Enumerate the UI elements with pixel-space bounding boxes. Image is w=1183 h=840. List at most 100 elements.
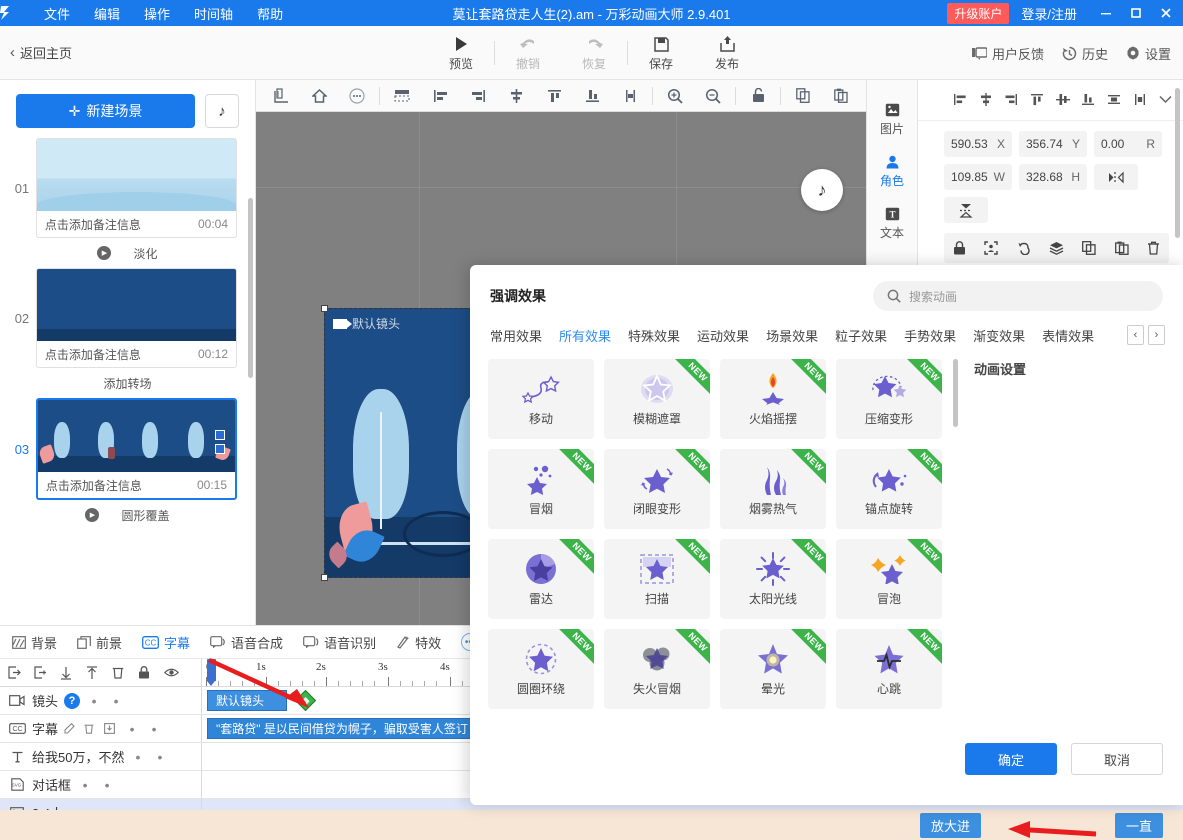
track-header-text[interactable]: 给我50万，不然你就 • • (0, 743, 202, 770)
effect-card-bubble[interactable]: NEW 冒泡 (836, 539, 942, 619)
align-right-icon[interactable] (459, 81, 497, 111)
effect-card-heat-smoke[interactable]: NEW 烟雾热气 (720, 449, 826, 529)
selection-handle[interactable] (321, 305, 328, 312)
effect-card-radar[interactable]: NEW 雷达 (488, 539, 594, 619)
save-button[interactable]: 保存 (628, 26, 694, 80)
tab-foreground[interactable]: 前景 (77, 633, 122, 652)
effect-card-fire-smoke[interactable]: NEW 失火冒烟 (604, 629, 710, 709)
copy-icon[interactable] (784, 81, 822, 111)
fit-icon[interactable] (984, 241, 999, 255)
effect-card-blur-mask[interactable]: NEW 模糊遮罩 (604, 359, 710, 439)
track-dot-2[interactable]: • (146, 721, 162, 737)
home-icon[interactable] (300, 81, 338, 111)
canvas-music-button[interactable]: ♪ (801, 169, 843, 211)
align-bottom-icon[interactable] (573, 81, 611, 111)
chevron-down-icon[interactable] (1153, 88, 1177, 110)
tabs-prev-button[interactable]: ‹ (1127, 325, 1144, 345)
width-field[interactable]: 109.85 W (944, 164, 1012, 190)
effect-card-smoke[interactable]: NEW 冒烟 (488, 449, 594, 529)
track-dot-2[interactable]: • (108, 693, 124, 709)
track-dot-1[interactable]: • (124, 721, 140, 737)
copy-icon[interactable] (1082, 241, 1096, 255)
scene-card-selected[interactable]: 点击添加备注信息 00:15 (35, 398, 237, 500)
tab-motion-effects[interactable]: 运动效果 (697, 326, 749, 345)
position-x-field[interactable]: 590.53 X (944, 131, 1012, 157)
scene-note[interactable]: 点击添加备注信息 (45, 346, 141, 363)
zoom-in-icon[interactable] (656, 81, 694, 111)
tab-particle-effects[interactable]: 粒子效果 (835, 326, 887, 345)
align-top-icon[interactable] (1025, 88, 1049, 110)
menu-item-operation[interactable]: 操作 (132, 1, 182, 26)
distribute-v-icon[interactable] (1102, 88, 1126, 110)
track-dot-2[interactable]: • (152, 749, 168, 765)
effect-card-glow[interactable]: NEW 晕光 (720, 629, 826, 709)
playhead[interactable] (207, 659, 216, 686)
track-header-subtitle[interactable]: CC 字幕 • • (0, 715, 202, 742)
menu-item-edit[interactable]: 编辑 (82, 1, 132, 26)
scene-card[interactable]: 点击添加备注信息 00:12 (35, 268, 237, 368)
scene-list-scrollbar[interactable] (248, 198, 253, 378)
menu-bar[interactable]: 文件 编辑 操作 时间轴 帮助 (32, 1, 295, 26)
import-icon[interactable] (8, 666, 30, 679)
settings-button[interactable]: 设置 (1126, 44, 1171, 63)
tab-character[interactable]: 角色 (867, 146, 917, 198)
menu-item-timeline[interactable]: 时间轴 (182, 1, 245, 26)
publish-button[interactable]: 发布 (694, 26, 760, 80)
align-center-v-icon[interactable] (497, 81, 535, 111)
scene-transition-1[interactable]: ▶ 淡化 (0, 238, 255, 268)
tab-gesture-effects[interactable]: 手势效果 (904, 326, 956, 345)
tab-tts[interactable]: 语音合成 (210, 633, 283, 652)
effect-card-anchor-rotate[interactable]: NEW 锚点旋转 (836, 449, 942, 529)
effects-scrollbar[interactable] (953, 359, 958, 427)
lock-icon[interactable] (138, 666, 160, 679)
properties-scrollbar[interactable] (1175, 88, 1180, 238)
tabs-next-button[interactable]: › (1148, 325, 1165, 345)
delete-icon[interactable] (112, 666, 134, 679)
align-right-icon[interactable] (999, 88, 1023, 110)
height-field[interactable]: 328.68 H (1019, 164, 1087, 190)
effect-card-move[interactable]: 移动 (488, 359, 594, 439)
add-track-icon[interactable] (34, 666, 56, 679)
track-dot-1[interactable]: • (77, 777, 93, 793)
layers-icon[interactable] (1049, 241, 1064, 255)
track-dot-2[interactable]: • (99, 777, 115, 793)
scene-card[interactable]: 点击添加备注信息 00:04 (35, 138, 237, 238)
scene-transition-3[interactable]: ▶ 圆形覆盖 (0, 500, 255, 530)
keyframe-marker[interactable] (294, 689, 317, 712)
duplicate-icon[interactable] (1114, 241, 1129, 255)
reset-rotate-icon[interactable] (1017, 241, 1031, 255)
distribute-h-icon[interactable] (1128, 88, 1152, 110)
delete-icon[interactable] (1147, 241, 1160, 255)
login-register-link[interactable]: 登录/注册 (1021, 4, 1077, 23)
unlock-icon[interactable] (739, 81, 777, 111)
redo-button[interactable]: 恢复 (561, 26, 627, 80)
menu-item-file[interactable]: 文件 (32, 1, 82, 26)
track-dot-1[interactable]: • (130, 749, 146, 765)
eye-icon[interactable] (164, 667, 186, 678)
rotation-field[interactable]: 0.00 R (1094, 131, 1162, 157)
effect-card-flame-swing[interactable]: NEW 火焰摇摆 (720, 359, 826, 439)
align-top-icon[interactable] (535, 81, 573, 111)
tab-common-effects[interactable]: 常用效果 (490, 326, 542, 345)
tab-subtitle[interactable]: CC 字幕 (142, 633, 190, 652)
scene-item-2[interactable]: 02 点击添加备注信息 00:12 (0, 268, 255, 368)
scene-note[interactable]: 点击添加备注信息 (46, 477, 142, 494)
cancel-button[interactable]: 取消 (1071, 743, 1163, 775)
minimize-button[interactable] (1091, 0, 1121, 26)
flip-horizontal-button[interactable] (1094, 164, 1138, 190)
help-badge[interactable]: ? (64, 692, 81, 709)
scene-music-button[interactable]: ♪ (205, 94, 239, 128)
tab-text[interactable]: T 文本 (867, 198, 917, 250)
align-middle-icon[interactable] (1051, 88, 1075, 110)
scene-item-1[interactable]: 01 点击添加备注信息 00:04 (0, 138, 255, 238)
position-y-field[interactable]: 356.74 Y (1019, 131, 1087, 157)
ruler-icon[interactable] (262, 81, 300, 111)
more-icon[interactable] (338, 81, 376, 111)
track-header-camera[interactable]: 镜头 ? • • (0, 687, 202, 714)
scene-item-3[interactable]: 03 点击添加备注信息 00:15 (0, 398, 255, 500)
confirm-button[interactable]: 确定 (965, 743, 1057, 775)
zoom-in-button[interactable]: 放大进 (920, 812, 982, 838)
track-dot-1[interactable]: • (86, 693, 102, 709)
paste-icon[interactable] (822, 81, 860, 111)
always-button[interactable]: 一直 (1115, 812, 1164, 838)
